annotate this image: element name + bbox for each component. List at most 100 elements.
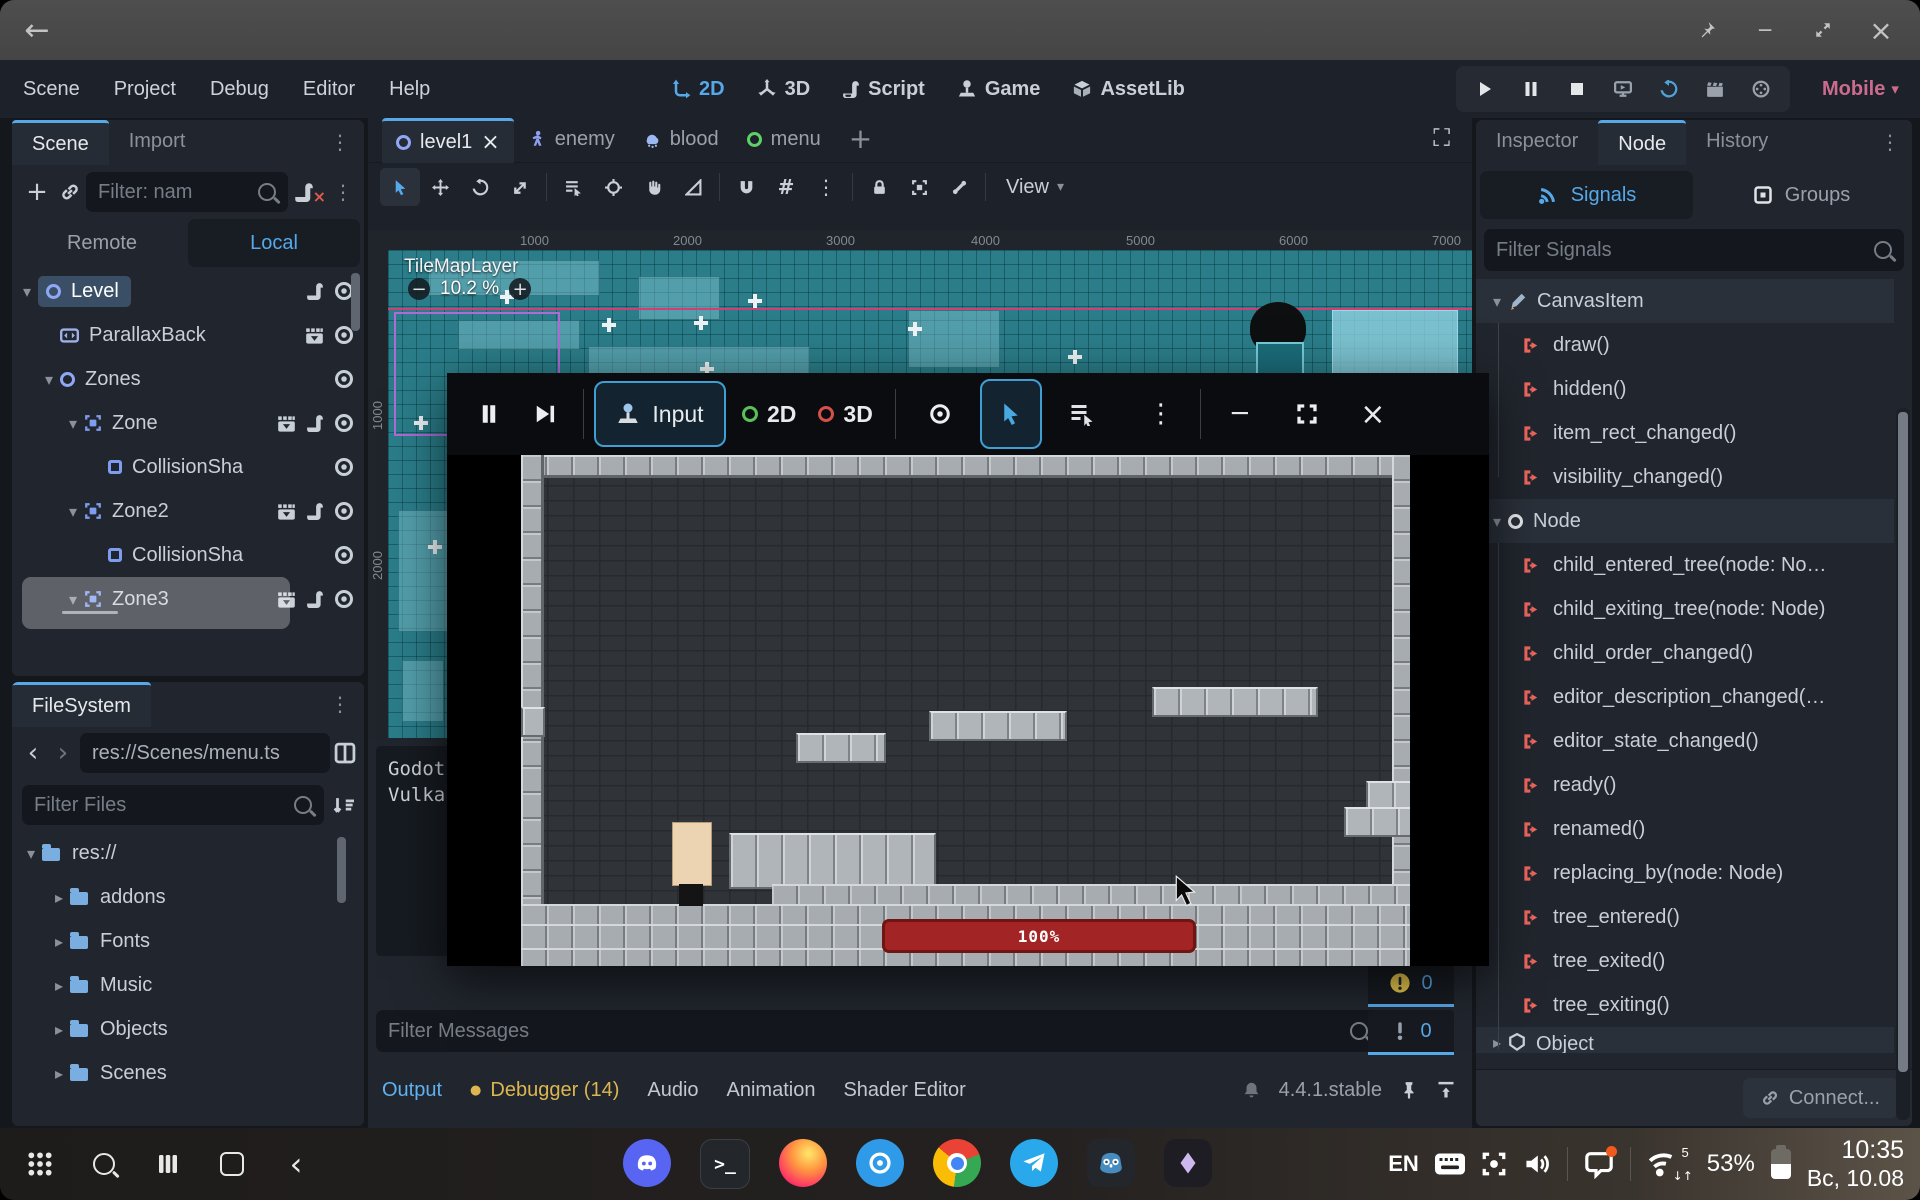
file-filter-field[interactable] xyxy=(22,785,324,825)
scene-tab-enemy[interactable]: enemy xyxy=(514,118,629,160)
visibility-eye-icon[interactable] xyxy=(334,545,354,565)
discord-icon[interactable] xyxy=(623,1139,671,1187)
dock-menu-icon[interactable]: ⋮ xyxy=(316,682,364,727)
messenger-app-icon[interactable] xyxy=(856,1139,904,1187)
snap-options-icon[interactable]: ⋮ xyxy=(806,168,846,206)
close-icon[interactable]: × xyxy=(1862,11,1900,49)
detach-script-button[interactable]: × xyxy=(294,182,324,202)
tool-lock[interactable] xyxy=(859,168,899,206)
errors-toggle[interactable]: 0 xyxy=(1368,1010,1454,1055)
message-filter-field[interactable] xyxy=(376,1010,1380,1052)
tab-filesystem[interactable]: FileSystem xyxy=(12,682,151,727)
workspaces-icon[interactable] xyxy=(146,1142,190,1186)
tool-smart-snap[interactable] xyxy=(726,168,766,206)
fs-row-scenes[interactable]: ▸ Scenes xyxy=(12,1051,364,1095)
game-minimize-icon[interactable]: ─ xyxy=(1215,399,1265,429)
scene-tab-menu[interactable]: menu xyxy=(733,118,835,160)
node-level[interactable]: Level xyxy=(38,276,131,307)
tool-scale[interactable] xyxy=(500,168,540,206)
volume-icon[interactable] xyxy=(1523,1151,1551,1177)
workspace-game[interactable]: Game xyxy=(941,60,1057,118)
back-nav-icon[interactable]: ‹ xyxy=(274,1142,318,1186)
game-window[interactable]: Input 2D 3D ⋮ ─ × xyxy=(447,373,1489,966)
visibility-eye-icon[interactable] xyxy=(334,501,354,521)
signal-class-node[interactable]: ▾ Node xyxy=(1476,499,1894,543)
tool-ruler[interactable] xyxy=(673,168,713,206)
tree-row-collisionshape[interactable]: CollisionSha xyxy=(12,445,364,489)
signal-scrollbar-thumb[interactable] xyxy=(1898,412,1908,1072)
game-close-icon[interactable]: × xyxy=(1345,397,1401,432)
expand-panel-icon[interactable] xyxy=(1436,1080,1456,1100)
tool-pan[interactable] xyxy=(633,168,673,206)
terminal-icon[interactable]: >_ xyxy=(700,1139,750,1189)
tool-rotate[interactable] xyxy=(460,168,500,206)
split-view-icon[interactable] xyxy=(334,742,356,764)
zoom-percent[interactable]: 10.2 % xyxy=(440,278,499,300)
close-tab-icon[interactable]: × xyxy=(481,130,499,155)
film-reel-icon[interactable] xyxy=(1740,69,1782,109)
keyboard-layout-label[interactable]: EN xyxy=(1388,1151,1419,1177)
tree-row-zones[interactable]: ▾ Zones xyxy=(12,357,364,401)
notifications-icon[interactable] xyxy=(1584,1149,1614,1179)
menu-debug[interactable]: Debug xyxy=(193,78,286,101)
local-tab[interactable]: Local xyxy=(188,219,360,267)
signal-row[interactable]: tree_exited() xyxy=(1476,939,1894,983)
signal-row[interactable]: hidden() xyxy=(1476,367,1894,411)
menu-help[interactable]: Help xyxy=(372,78,447,101)
telegram-icon[interactable] xyxy=(1010,1139,1058,1187)
restore-icon[interactable] xyxy=(1804,11,1842,49)
run-profile-dropdown[interactable]: Mobile ▾ xyxy=(1822,78,1899,101)
open-scene-icon[interactable] xyxy=(277,502,296,521)
bottom-tab-animation[interactable]: Animation xyxy=(713,1064,830,1116)
visibility-eye-icon[interactable] xyxy=(334,369,354,389)
bottom-tab-debugger[interactable]: ● Debugger (14) xyxy=(456,1064,633,1116)
tab-node[interactable]: Node xyxy=(1598,120,1686,165)
bottom-tab-audio[interactable]: Audio xyxy=(633,1064,712,1116)
game-viewport[interactable]: 100% xyxy=(521,455,1410,966)
pause-button[interactable] xyxy=(1510,69,1552,109)
pin-icon[interactable] xyxy=(1688,11,1726,49)
workspace-2d[interactable]: 2D xyxy=(655,60,741,118)
game-pause-button[interactable] xyxy=(461,403,517,425)
new-scene-tab-button[interactable]: + xyxy=(835,118,886,159)
signal-class-object[interactable]: ▸ Object xyxy=(1476,1027,1894,1053)
clock[interactable]: 10:35 Bc, 10.08 xyxy=(1807,1136,1904,1192)
script-badge-icon[interactable] xyxy=(306,590,324,608)
tree-row-zone2[interactable]: ▾ Zone2 xyxy=(12,489,364,533)
zoom-out-button[interactable]: − xyxy=(408,278,430,300)
tree-row-parallaxback[interactable]: ParallaxBack xyxy=(12,313,364,357)
signal-row[interactable]: item_rect_changed() xyxy=(1476,411,1894,455)
scene-filter-field[interactable] xyxy=(86,172,288,212)
tree-row-zone[interactable]: ▾ Zone xyxy=(12,401,364,445)
signal-row[interactable]: tree_entered() xyxy=(1476,895,1894,939)
fs-row-res[interactable]: ▾ res:// xyxy=(12,831,364,875)
add-node-button[interactable]: + xyxy=(20,177,54,207)
path-input[interactable] xyxy=(92,742,318,765)
search-icon[interactable] xyxy=(82,1142,126,1186)
dock-menu-icon[interactable]: ⋮ xyxy=(1868,120,1912,164)
tree-row-collisionshape2[interactable]: CollisionSha xyxy=(12,533,364,577)
script-badge-icon[interactable] xyxy=(306,414,324,432)
tool-group[interactable] xyxy=(899,168,939,206)
signal-row[interactable]: editor_state_changed() xyxy=(1476,719,1894,763)
signal-row[interactable]: replacing_by(node: Node) xyxy=(1476,851,1894,895)
signal-scrollbar-track[interactable] xyxy=(1896,408,1910,1120)
instance-scene-button[interactable] xyxy=(60,182,80,202)
tab-inspector[interactable]: Inspector xyxy=(1476,120,1598,162)
signal-row[interactable]: ready() xyxy=(1476,763,1894,807)
nav-back-button[interactable]: ‹ xyxy=(20,738,46,768)
visibility-eye-icon[interactable] xyxy=(334,457,354,477)
workspace-assetlib[interactable]: AssetLib xyxy=(1056,60,1200,118)
visibility-eye-icon[interactable] xyxy=(334,589,354,609)
game-select-tool[interactable] xyxy=(980,379,1042,449)
signal-row[interactable]: draw() xyxy=(1476,323,1894,367)
filesystem-scrollbar[interactable] xyxy=(337,837,346,903)
game-node-select-tool[interactable] xyxy=(1054,402,1110,426)
script-badge-icon[interactable] xyxy=(306,282,324,300)
menu-scene[interactable]: Scene xyxy=(6,78,97,101)
remote-tab[interactable]: Remote xyxy=(16,219,188,267)
workspace-3d[interactable]: 3D xyxy=(741,60,827,118)
menu-editor[interactable]: Editor xyxy=(286,78,372,101)
signal-filter-input[interactable] xyxy=(1496,239,1866,262)
scene-tree-scrollbar[interactable] xyxy=(351,273,360,331)
